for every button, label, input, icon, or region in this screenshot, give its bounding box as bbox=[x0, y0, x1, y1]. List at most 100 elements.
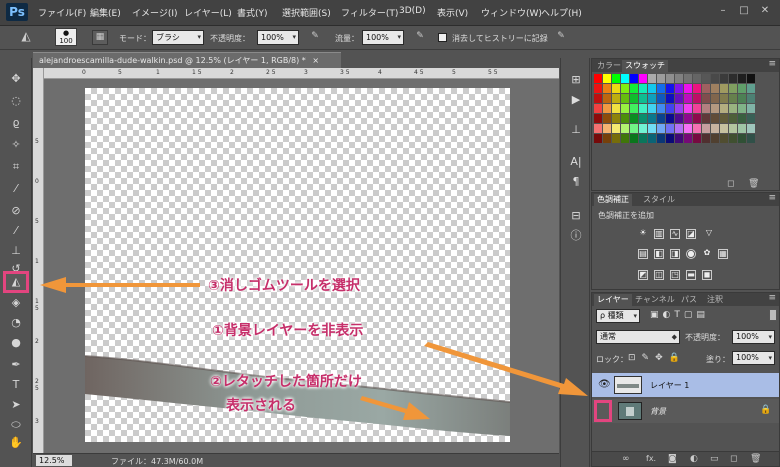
color-swatch[interactable] bbox=[648, 94, 656, 103]
maximize-button[interactable]: □ bbox=[735, 3, 753, 19]
shape-tool-icon[interactable]: ⬭ bbox=[6, 416, 26, 434]
color-swatch[interactable] bbox=[657, 124, 665, 133]
color-swatch[interactable] bbox=[702, 84, 710, 93]
color-swatch[interactable] bbox=[621, 74, 629, 83]
fill-field[interactable]: 100% ▾ bbox=[732, 351, 775, 365]
color-swatch[interactable] bbox=[612, 94, 620, 103]
color-swatch[interactable] bbox=[711, 114, 719, 123]
color-swatch[interactable] bbox=[648, 74, 656, 83]
trash-icon[interactable]: 🗑 bbox=[748, 179, 759, 189]
color-swatch[interactable] bbox=[621, 114, 629, 123]
color-swatch[interactable] bbox=[738, 94, 746, 103]
layer-filter-select[interactable]: ρ 種類 ▾ bbox=[596, 309, 640, 323]
channel-mixer-icon[interactable]: ✿ bbox=[702, 249, 712, 259]
color-swatch[interactable] bbox=[603, 104, 611, 113]
color-swatch[interactable] bbox=[702, 124, 710, 133]
posterize-icon[interactable]: ◫ bbox=[654, 270, 664, 280]
eye-icon[interactable]: 👁 bbox=[598, 379, 611, 390]
color-swatch[interactable] bbox=[720, 74, 728, 83]
brightness-icon[interactable]: ☀ bbox=[638, 229, 648, 239]
color-swatch[interactable] bbox=[621, 134, 629, 143]
brush-tool-icon[interactable]: ⁄ bbox=[6, 222, 26, 240]
color-swatch[interactable] bbox=[675, 84, 683, 93]
color-swatch[interactable] bbox=[693, 124, 701, 133]
color-swatch[interactable] bbox=[729, 94, 737, 103]
color-swatch[interactable] bbox=[693, 114, 701, 123]
color-balance-icon[interactable]: ◧ bbox=[654, 249, 664, 259]
fx-icon[interactable]: fx. bbox=[646, 454, 656, 463]
clone-stamp-tool-icon[interactable]: ⊥ bbox=[6, 242, 26, 260]
tab-layers[interactable]: レイヤー bbox=[594, 294, 632, 306]
color-swatch[interactable] bbox=[693, 84, 701, 93]
mode-select[interactable]: ブラシ ▾ bbox=[152, 30, 204, 45]
color-swatch[interactable] bbox=[720, 134, 728, 143]
exposure-icon[interactable]: ◪ bbox=[686, 229, 696, 239]
eraser-tool-icon[interactable]: ◭ bbox=[6, 273, 26, 291]
color-swatch[interactable] bbox=[630, 94, 638, 103]
history-panel-icon[interactable]: ⊞ bbox=[567, 72, 585, 88]
color-swatch[interactable] bbox=[603, 134, 611, 143]
color-swatch[interactable] bbox=[702, 94, 710, 103]
color-swatch[interactable] bbox=[657, 84, 665, 93]
color-swatch[interactable] bbox=[747, 114, 755, 123]
color-swatch[interactable] bbox=[612, 124, 620, 133]
swatch-grid[interactable] bbox=[594, 74, 762, 146]
color-swatch[interactable] bbox=[666, 84, 674, 93]
tab-adjustments[interactable]: 色調補正 bbox=[594, 194, 632, 206]
color-swatch[interactable] bbox=[639, 134, 647, 143]
color-swatch[interactable] bbox=[657, 134, 665, 143]
menu-file[interactable]: ファイル(F) bbox=[38, 6, 86, 19]
color-swatch[interactable] bbox=[603, 124, 611, 133]
color-swatch[interactable] bbox=[630, 124, 638, 133]
color-swatch[interactable] bbox=[612, 134, 620, 143]
layer-row-background[interactable]: 背景 🔒 bbox=[592, 399, 779, 423]
color-swatch[interactable] bbox=[684, 94, 692, 103]
color-swatch[interactable] bbox=[639, 84, 647, 93]
color-swatch[interactable] bbox=[693, 134, 701, 143]
opacity-field[interactable]: 100% ▾ bbox=[257, 30, 299, 45]
color-swatch[interactable] bbox=[711, 84, 719, 93]
color-swatch[interactable] bbox=[657, 104, 665, 113]
info-panel-icon[interactable]: ⓘ bbox=[567, 228, 585, 244]
hue-saturation-icon[interactable]: ▤ bbox=[638, 249, 648, 259]
menu-help[interactable]: ヘルプ(H) bbox=[541, 6, 582, 19]
color-swatch[interactable] bbox=[684, 84, 692, 93]
crop-tool-icon[interactable]: ⌗ bbox=[6, 158, 26, 176]
hand-tool-icon[interactable]: ✋ bbox=[6, 434, 26, 452]
new-layer-icon[interactable]: ◻ bbox=[730, 454, 737, 464]
color-swatch[interactable] bbox=[720, 114, 728, 123]
color-swatch[interactable] bbox=[720, 104, 728, 113]
color-swatch[interactable] bbox=[639, 104, 647, 113]
color-swatch[interactable] bbox=[729, 124, 737, 133]
color-swatch[interactable] bbox=[630, 104, 638, 113]
color-swatch[interactable] bbox=[612, 104, 620, 113]
paragraph-panel-icon[interactable]: ¶ bbox=[567, 174, 585, 190]
eraser-preset-icon[interactable]: ◭ bbox=[18, 30, 34, 45]
color-swatch[interactable] bbox=[648, 124, 656, 133]
document-tab[interactable]: alejandroescamilla-dude-walkin.psd @ 12.… bbox=[33, 52, 341, 68]
airbrush-icon[interactable]: ✎ bbox=[412, 30, 428, 45]
color-swatch[interactable] bbox=[603, 94, 611, 103]
eyedropper-tool-icon[interactable]: ⁄ bbox=[6, 180, 26, 198]
menu-type[interactable]: 書式(Y) bbox=[237, 6, 268, 19]
color-swatch[interactable] bbox=[594, 94, 602, 103]
color-swatch[interactable] bbox=[675, 94, 683, 103]
color-swatch[interactable] bbox=[747, 104, 755, 113]
threshold-icon[interactable]: ◳ bbox=[670, 270, 680, 280]
zoom-field[interactable]: 12.5% bbox=[36, 455, 72, 466]
color-swatch[interactable] bbox=[711, 104, 719, 113]
pen-tool-icon[interactable]: ✒ bbox=[6, 356, 26, 374]
tab-styles[interactable]: スタイル bbox=[640, 194, 678, 206]
color-swatch[interactable] bbox=[594, 114, 602, 123]
tab-paths[interactable]: パス bbox=[678, 294, 700, 306]
color-swatch[interactable] bbox=[666, 104, 674, 113]
color-swatch[interactable] bbox=[711, 124, 719, 133]
paint-bucket-tool-icon[interactable]: ◈ bbox=[6, 294, 26, 312]
dodge-tool-icon[interactable]: ● bbox=[6, 334, 26, 352]
color-swatch[interactable] bbox=[747, 124, 755, 133]
color-swatch[interactable] bbox=[720, 124, 728, 133]
color-swatch[interactable] bbox=[738, 104, 746, 113]
color-swatch[interactable] bbox=[729, 134, 737, 143]
lock-icons[interactable]: ⊡✎✥🔒 bbox=[628, 353, 686, 363]
color-swatch[interactable] bbox=[675, 104, 683, 113]
